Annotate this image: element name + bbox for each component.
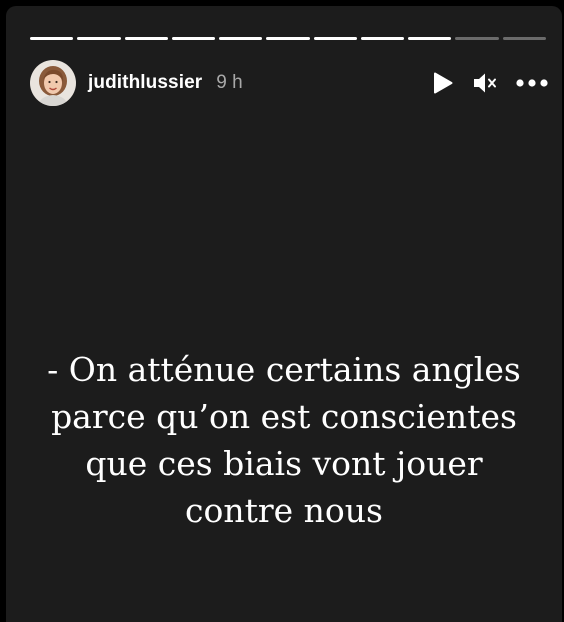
story-text: - On atténue certains angles parce qu’on… bbox=[6, 346, 562, 534]
story-header: judithlussier 9 h bbox=[30, 58, 548, 108]
more-options-icon[interactable] bbox=[516, 79, 548, 87]
progress-segment bbox=[360, 37, 405, 40]
story-viewer[interactable]: judithlussier 9 h - On atténue certains … bbox=[6, 6, 562, 622]
story-text-line: parce qu’on est conscientes bbox=[51, 397, 517, 436]
play-icon[interactable] bbox=[432, 71, 454, 95]
progress-segment bbox=[30, 37, 74, 40]
avatar[interactable] bbox=[30, 60, 76, 106]
profile-photo-icon bbox=[30, 60, 76, 106]
progress-segment bbox=[266, 37, 310, 40]
screen: judithlussier 9 h - On atténue certains … bbox=[0, 0, 564, 622]
story-progress-bar bbox=[30, 37, 546, 40]
mute-icon[interactable] bbox=[472, 71, 498, 95]
story-text-line: que ces biais vont jouer bbox=[85, 444, 483, 483]
progress-segment bbox=[124, 37, 168, 40]
story-text-line: - On atténue certains angles bbox=[47, 350, 521, 389]
progress-segment bbox=[219, 37, 263, 40]
progress-segment bbox=[171, 37, 216, 40]
progress-segment bbox=[313, 37, 357, 40]
progress-segment bbox=[455, 37, 499, 40]
progress-segment bbox=[408, 37, 452, 40]
progress-segment bbox=[502, 37, 546, 40]
username[interactable]: judithlussier bbox=[88, 72, 202, 94]
story-text-line: contre nous bbox=[185, 491, 383, 530]
timestamp: 9 h bbox=[216, 72, 243, 93]
story-controls bbox=[432, 71, 548, 95]
progress-segment bbox=[77, 37, 121, 40]
